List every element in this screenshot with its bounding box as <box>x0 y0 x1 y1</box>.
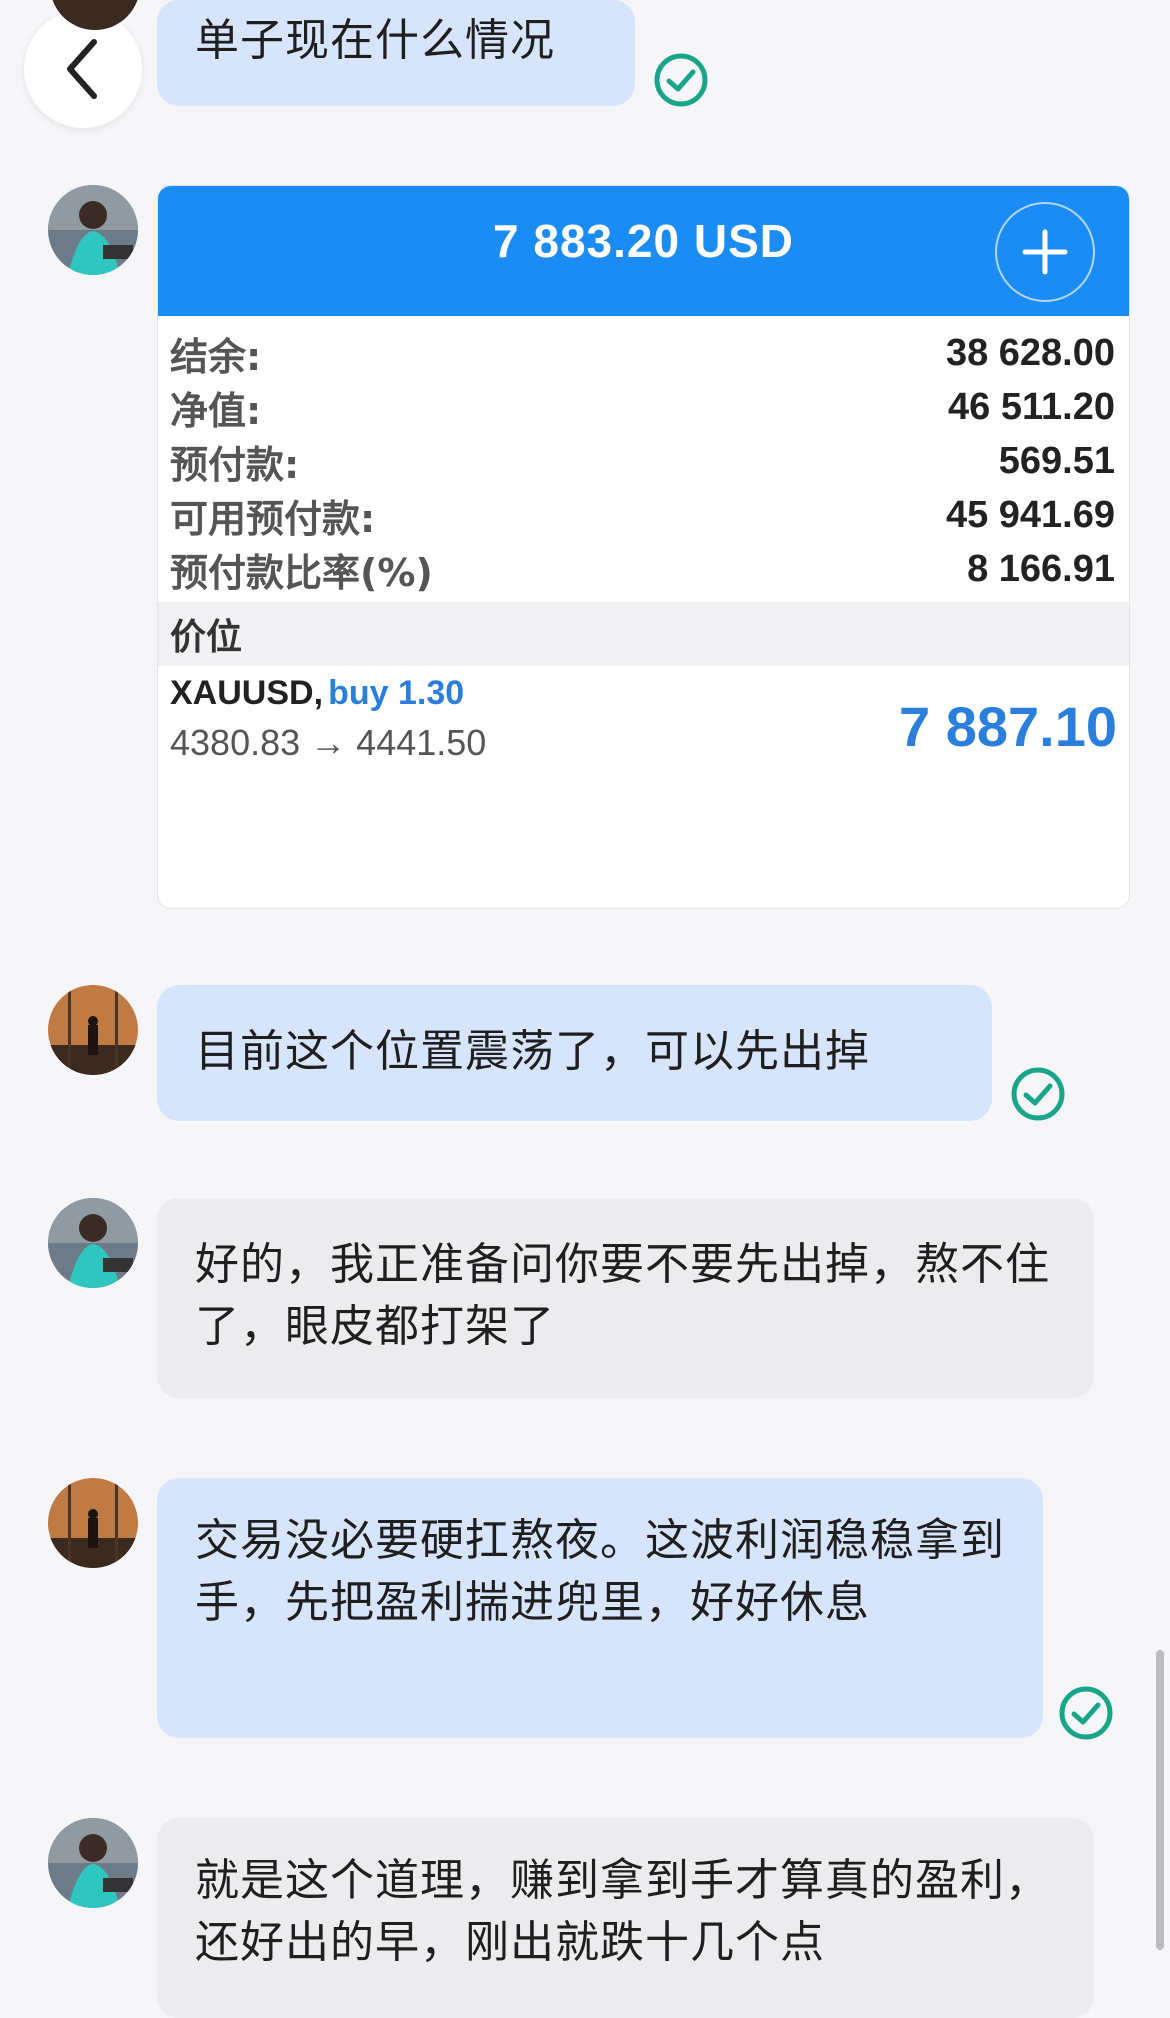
message-bubble-received[interactable]: 就是这个道理，赚到拿到手才算真的盈利，还好出的早，刚出就跌十几个点 <box>157 1818 1094 2018</box>
account-row: 预付款: 569.51 <box>158 434 1129 488</box>
account-row: 可用预付款: 45 941.69 <box>158 488 1129 542</box>
message-bubble-sent[interactable]: 交易没必要硬扛熬夜。这波利润稳稳拿到手，先把盈利揣进兜里，好好休息 <box>157 1478 1043 1738</box>
avatar-advisor[interactable] <box>48 985 138 1075</box>
account-row: 预付款比率(%) 8 166.91 <box>158 542 1129 596</box>
avatar-user[interactable] <box>48 1818 138 1908</box>
avatar-user[interactable] <box>48 1198 138 1288</box>
account-label: 预付款: <box>170 442 300 487</box>
account-label: 结余: <box>170 334 262 379</box>
scrollbar[interactable] <box>1156 1650 1164 1950</box>
section-title: 价位 <box>158 602 1129 666</box>
account-value: 8 166.91 <box>967 547 1115 590</box>
account-label: 可用预付款: <box>170 496 376 541</box>
current-price: 4441.50 <box>356 722 487 763</box>
account-value: 38 628.00 <box>945 331 1115 374</box>
position-profit: 7 887.10 <box>899 695 1117 758</box>
floating-profit-total: 7 883.20 USD <box>493 215 794 267</box>
message-bubble-received[interactable]: 好的，我正准备问你要不要先出掉，熬不住了，眼皮都打架了 <box>157 1198 1094 1398</box>
account-value: 45 941.69 <box>945 493 1115 536</box>
account-summary: 结余: 38 628.00 净值: 46 511.20 预付款: 569.51 可用预… <box>158 316 1129 596</box>
message-text: 单子现在什么情况 <box>195 15 555 66</box>
account-row: 结余: 38 628.00 <box>158 326 1129 380</box>
position-symbol: XAUUSD, <box>170 674 324 712</box>
open-price: 4380.83 <box>170 722 301 763</box>
position-side: buy 1.30 <box>328 674 465 712</box>
position-row: XAUUSD, buy 1.30 4380.83 → 4441.50 7 887… <box>158 666 1129 766</box>
message-text: 好的，我正准备问你要不要先出掉，熬不住了，眼皮都打架了 <box>195 1239 1050 1352</box>
account-value: 46 511.20 <box>948 385 1115 428</box>
avatar-advisor[interactable] <box>48 1478 138 1568</box>
card-header: 7 883.20 USD <box>158 186 1129 316</box>
arrow-right-icon: → <box>310 722 347 763</box>
add-order-button <box>995 202 1095 302</box>
message-text: 交易没必要硬扛熬夜。这波利润稳稳拿到手，先把盈利揣进兜里，好好休息 <box>195 1515 1005 1628</box>
read-check-icon <box>653 52 709 108</box>
plus-icon <box>1022 229 1068 275</box>
account-label: 净值: <box>170 388 262 433</box>
avatar-user[interactable] <box>48 185 138 275</box>
message-text: 就是这个道理，赚到拿到手才算真的盈利，还好出的早，刚出就跌十几个点 <box>195 1855 1050 1968</box>
message-bubble-sent[interactable]: 单子现在什么情况 <box>157 0 635 106</box>
trade-screenshot-card[interactable]: 7 883.20 USD 结余: 38 628.00 净值: 46 511.20 预… <box>157 185 1130 909</box>
account-row: 净值: 46 511.20 <box>158 380 1129 434</box>
account-label: 预付款比率(%) <box>170 550 433 595</box>
message-text: 目前这个位置震荡了，可以先出掉 <box>195 1026 870 1077</box>
chevron-left-icon <box>67 39 97 99</box>
account-value: 569.51 <box>998 439 1115 482</box>
read-check-icon <box>1010 1066 1066 1122</box>
message-bubble-sent[interactable]: 目前这个位置震荡了，可以先出掉 <box>157 985 992 1121</box>
read-check-icon <box>1058 1685 1114 1741</box>
